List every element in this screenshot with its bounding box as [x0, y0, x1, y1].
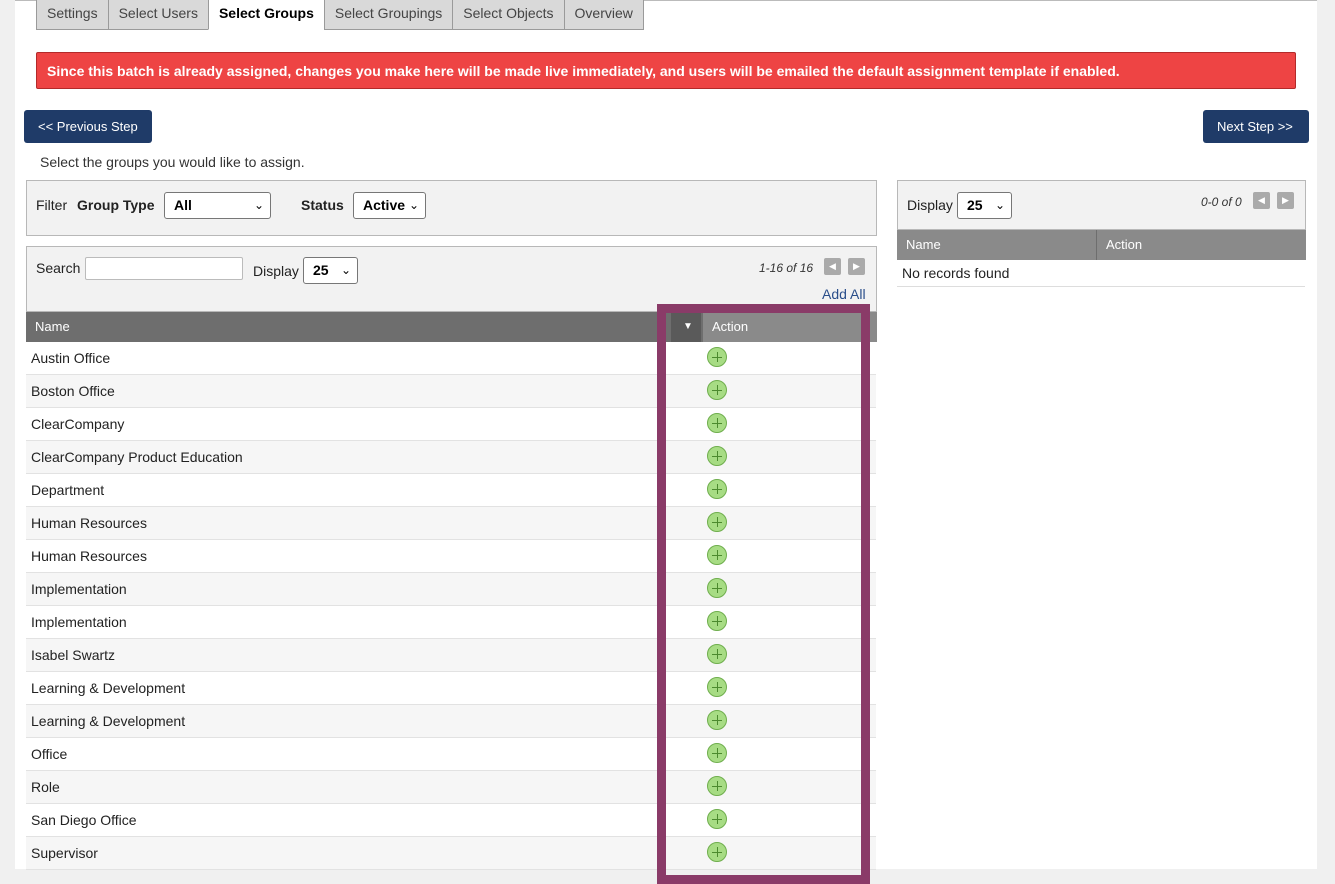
- tab-settings[interactable]: Settings: [36, 0, 109, 30]
- tab-select-groups[interactable]: Select Groups: [207, 0, 325, 30]
- table-row: ClearCompany Product Education: [26, 441, 876, 474]
- group-name: Role: [31, 779, 60, 795]
- group-name: San Diego Office: [31, 812, 137, 828]
- status-select[interactable]: Active ⌄: [353, 192, 426, 219]
- group-name: Implementation: [31, 581, 127, 597]
- group-name: Isabel Swartz: [31, 647, 116, 663]
- group-name: ClearCompany: [31, 416, 125, 432]
- name-column-header[interactable]: Name: [26, 312, 671, 342]
- display-count-select[interactable]: 25 ⌄: [303, 257, 358, 284]
- filter-label: Filter: [36, 197, 68, 213]
- plus-circle-icon[interactable]: [707, 743, 727, 763]
- plus-circle-icon[interactable]: [707, 644, 727, 664]
- plus-circle-icon[interactable]: [707, 611, 727, 631]
- tab-select-groupings[interactable]: Select Groupings: [323, 0, 454, 30]
- plus-circle-icon[interactable]: [707, 809, 727, 829]
- table-row: Learning & Development: [26, 672, 876, 705]
- search-label: Search: [36, 260, 81, 276]
- selected-pager-text: 0-0 of 0: [1201, 195, 1242, 209]
- add-all-link[interactable]: Add All: [822, 286, 866, 302]
- previous-step-button[interactable]: << Previous Step: [24, 110, 152, 143]
- selected-display-label: Display: [907, 197, 953, 213]
- triangle-right-icon[interactable]: ▶: [848, 258, 865, 275]
- selected-action-column-header: Action: [1106, 237, 1143, 252]
- table-row: Boston Office: [26, 375, 876, 408]
- table-row: ClearCompany: [26, 408, 876, 441]
- selected-table-header: Name Action: [897, 230, 1306, 260]
- selected-display-select[interactable]: 25 ⌄: [957, 192, 1012, 219]
- group-name: Human Resources: [31, 548, 147, 564]
- chevron-down-icon: ⌄: [994, 198, 1005, 212]
- no-records-text: No records found: [897, 260, 1305, 287]
- plus-circle-icon[interactable]: [707, 776, 727, 796]
- status-label: Status: [301, 197, 344, 213]
- table-row: Role: [26, 771, 876, 804]
- table-row: San Diego Office: [26, 804, 876, 837]
- group-name: Human Resources: [31, 515, 147, 531]
- group-name: Supervisor: [31, 845, 98, 861]
- status-value: Active: [363, 197, 406, 213]
- group-name: Austin Office: [31, 350, 111, 366]
- display-label: Display: [253, 263, 299, 279]
- group-name: Office: [31, 746, 68, 762]
- table-row: Implementation: [26, 606, 876, 639]
- triangle-left-icon[interactable]: ◀: [1253, 192, 1270, 209]
- group-name: Boston Office: [31, 383, 115, 399]
- plus-circle-icon[interactable]: [707, 446, 727, 466]
- chevron-down-icon: ⌄: [340, 263, 351, 277]
- table-row: Supervisor: [26, 837, 876, 870]
- plus-circle-icon[interactable]: [707, 413, 727, 433]
- plus-circle-icon[interactable]: [707, 545, 727, 565]
- table-row: Human Resources: [26, 507, 876, 540]
- group-type-label: Group Type: [77, 197, 155, 213]
- action-column-header: Action: [703, 312, 877, 342]
- table-row: Isabel Swartz: [26, 639, 876, 672]
- chevron-down-icon: ⌄: [253, 198, 264, 212]
- tab-bar: Settings Select Users Select Groups Sele…: [36, 0, 644, 31]
- plus-circle-icon[interactable]: [707, 512, 727, 532]
- plus-circle-icon[interactable]: [707, 380, 727, 400]
- table-row: Human Resources: [26, 540, 876, 573]
- plus-circle-icon[interactable]: [707, 347, 727, 367]
- group-name: Learning & Development: [31, 680, 186, 696]
- assigned-warning-alert: Since this batch is already assigned, ch…: [36, 52, 1296, 89]
- selected-name-column-header[interactable]: Name: [897, 230, 1097, 260]
- triangle-left-icon[interactable]: ◀: [824, 258, 841, 275]
- display-count-value: 25: [313, 262, 329, 278]
- table-row: Austin Office: [26, 342, 876, 375]
- selected-display-value: 25: [967, 197, 983, 213]
- plus-circle-icon[interactable]: [707, 479, 727, 499]
- instructions-text: Select the groups you would like to assi…: [40, 154, 305, 170]
- tab-overview[interactable]: Overview: [563, 0, 644, 30]
- sort-desc-icon[interactable]: ▼: [671, 312, 701, 342]
- plus-circle-icon[interactable]: [707, 677, 727, 697]
- table-row: Office: [26, 738, 876, 771]
- triangle-right-icon[interactable]: ▶: [1277, 192, 1294, 209]
- chevron-down-icon: ⌄: [408, 198, 419, 212]
- group-table-body: Austin Office Boston Office ClearCompany…: [26, 342, 876, 870]
- table-row: Learning & Development: [26, 705, 876, 738]
- search-input[interactable]: [85, 257, 243, 280]
- group-type-value: All: [174, 197, 192, 213]
- next-step-button[interactable]: Next Step >>: [1203, 110, 1309, 143]
- group-name: Implementation: [31, 614, 127, 630]
- plus-circle-icon[interactable]: [707, 710, 727, 730]
- table-row: Department: [26, 474, 876, 507]
- pager-text: 1-16 of 16: [759, 261, 814, 275]
- group-table-header: Name ▼ Action: [26, 312, 877, 342]
- tab-select-users[interactable]: Select Users: [107, 0, 209, 30]
- tab-select-objects[interactable]: Select Objects: [452, 0, 565, 30]
- group-name: Learning & Development: [31, 713, 186, 729]
- group-name: Department: [31, 482, 105, 498]
- group-name: ClearCompany Product Education: [31, 449, 243, 465]
- group-type-select[interactable]: All ⌄: [164, 192, 271, 219]
- plus-circle-icon[interactable]: [707, 842, 727, 862]
- plus-circle-icon[interactable]: [707, 578, 727, 598]
- table-row: Implementation: [26, 573, 876, 606]
